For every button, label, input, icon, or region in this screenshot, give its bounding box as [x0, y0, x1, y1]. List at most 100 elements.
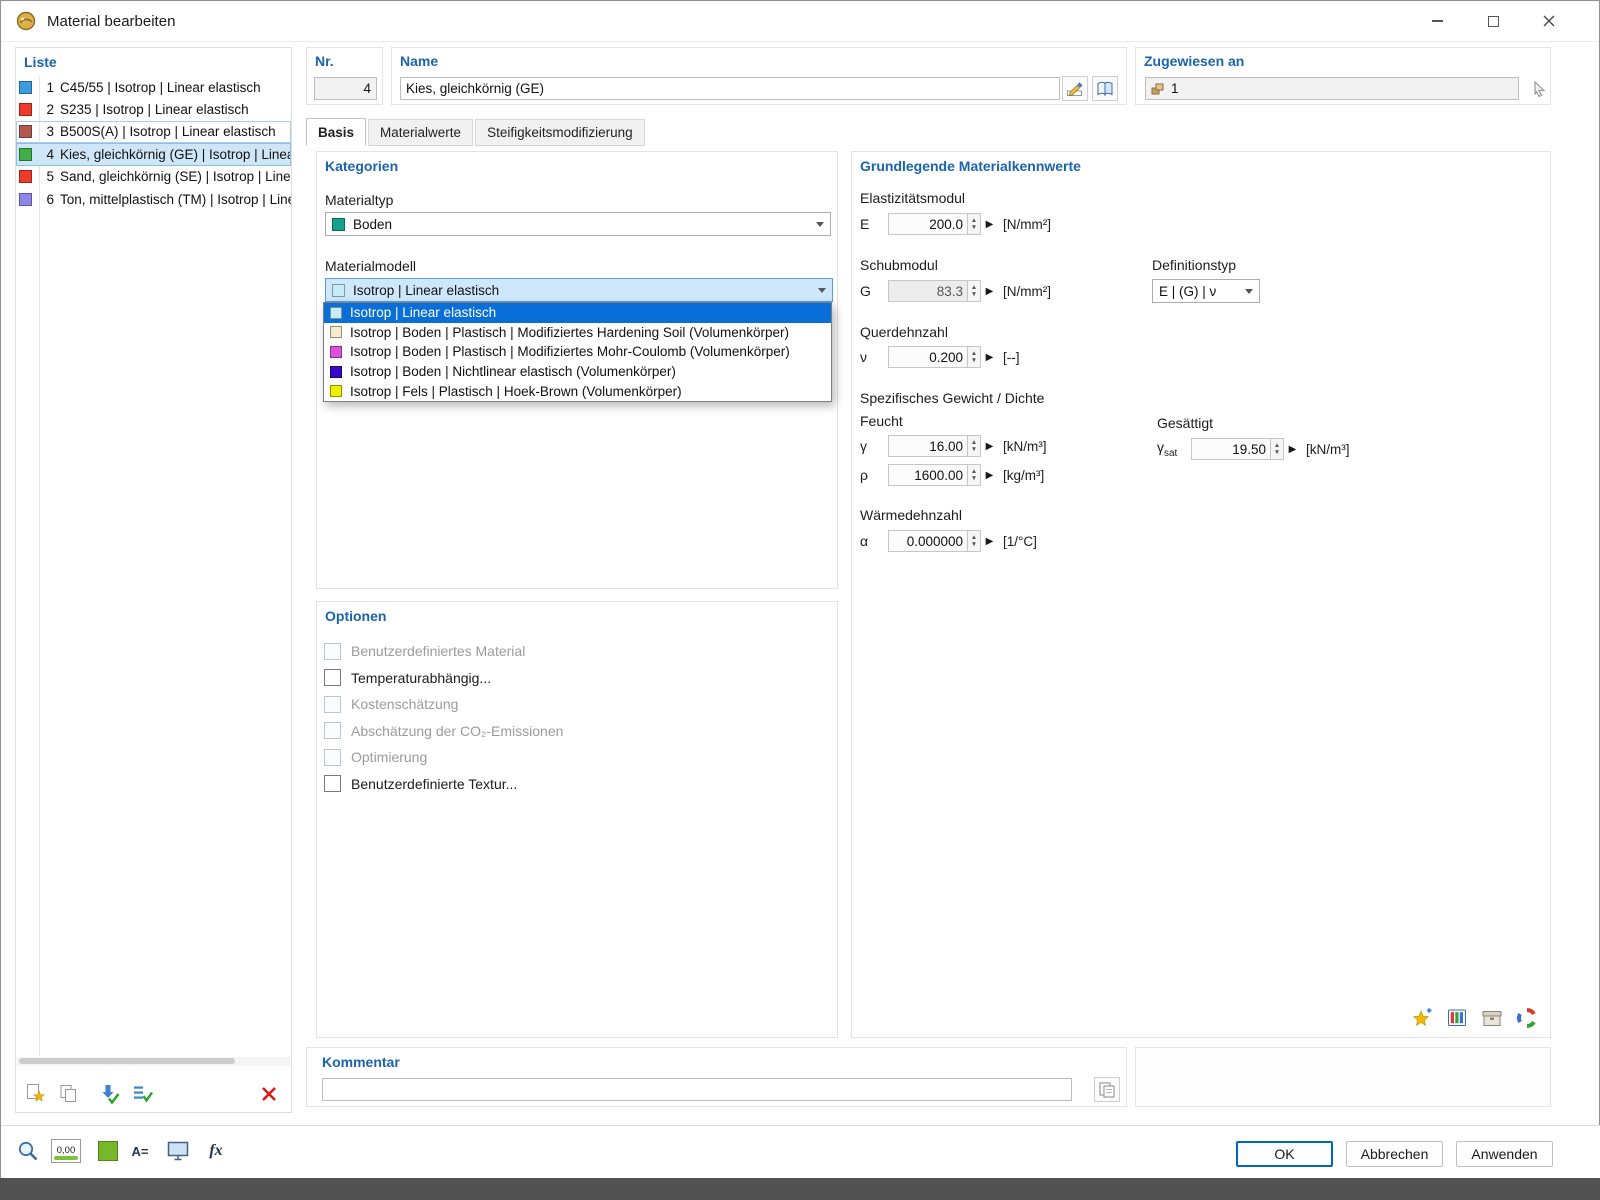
- dropdown-option[interactable]: Isotrop | Linear elastisch: [324, 303, 831, 323]
- dropdown-option[interactable]: Isotrop | Boden | Nichtlinear elastisch …: [324, 362, 831, 382]
- material-color-swatch: [19, 103, 32, 117]
- spin-down-icon: ▼: [970, 357, 978, 364]
- list-item[interactable]: 3 B500S(A) | Isotrop | Linear elastisch: [16, 120, 291, 144]
- dropdown-option[interactable]: Isotrop | Boden | Plastisch | Modifizier…: [324, 323, 831, 343]
- e-spinner[interactable]: ▲ ▼: [968, 213, 981, 235]
- gamma-detail-button[interactable]: ▶: [981, 435, 998, 457]
- close-button[interactable]: [1521, 1, 1577, 41]
- decimal-places-button[interactable]: 0,00: [51, 1136, 81, 1166]
- alpha-input[interactable]: 0.000000: [888, 530, 968, 552]
- checkbox[interactable]: [324, 722, 341, 740]
- archive-box-button[interactable]: [1479, 1005, 1505, 1031]
- tab-basis[interactable]: Basis: [306, 118, 367, 146]
- dropdown-option-label: Isotrop | Boden | Plastisch | Modifizier…: [350, 344, 790, 360]
- list-item[interactable]: 2 S235 | Isotrop | Linear elastisch: [16, 98, 291, 120]
- chevron-down-icon: [1245, 288, 1253, 294]
- maximize-button[interactable]: [1465, 1, 1521, 41]
- checkbox[interactable]: [324, 695, 341, 713]
- g-spinner[interactable]: ▲ ▼: [968, 280, 981, 302]
- list-item[interactable]: 5 Sand, gleichkörnig (SE) | Isotrop | Lin…: [16, 166, 291, 188]
- edit-pencil-icon: [1067, 82, 1083, 96]
- rho-row: ρ 1600.00 ▲ ▼ ▶ [kg/m³]: [860, 464, 1044, 486]
- scrollbar-thumb[interactable]: [19, 1058, 235, 1064]
- delete-material-button[interactable]: [255, 1081, 282, 1108]
- option-row[interactable]: Abschätzung der CO₂-Emissionen: [324, 718, 829, 745]
- rho-detail-button[interactable]: ▶: [981, 464, 998, 486]
- option-row[interactable]: Temperaturabhängig...: [324, 665, 829, 692]
- nu-detail-button[interactable]: ▶: [981, 346, 998, 368]
- e-detail-button[interactable]: ▶: [981, 213, 998, 235]
- book-icon: [1097, 81, 1113, 96]
- minimize-button[interactable]: [1409, 1, 1465, 41]
- materialtyp-combo[interactable]: Boden: [325, 212, 831, 236]
- material-label: Sand, gleichkörnig (SE) | Isotrop | Line…: [60, 169, 291, 185]
- color-swatch-button[interactable]: [93, 1136, 123, 1166]
- checkbox[interactable]: [324, 642, 341, 660]
- list-item[interactable]: 1 C45/55 | Isotrop | Linear elastisch: [16, 76, 291, 98]
- favorite-material-button[interactable]: [1409, 1005, 1435, 1031]
- option-row[interactable]: Kostenschätzung: [324, 691, 829, 718]
- comment-input[interactable]: [322, 1078, 1072, 1101]
- pick-assigned-button[interactable]: [1526, 76, 1552, 101]
- tab-steifigkeitsmodifizierung[interactable]: Steifigkeitsmodifizierung: [475, 119, 645, 146]
- name-input[interactable]: Kies, gleichkörnig (GE): [400, 77, 1060, 100]
- option-label: Abschätzung der CO₂-Emissionen: [351, 722, 564, 739]
- apply-selection-button[interactable]: [129, 1081, 156, 1108]
- materialmodell-combo[interactable]: Isotrop | Linear elastisch: [325, 278, 833, 302]
- font-style-button[interactable]: A=: [125, 1136, 155, 1166]
- checkbox[interactable]: [324, 748, 341, 766]
- g-unit: [N/mm²]: [1003, 283, 1051, 299]
- new-material-button[interactable]: [22, 1081, 49, 1108]
- tab-materialwerte[interactable]: Materialwerte: [368, 119, 474, 146]
- gammasat-detail-button[interactable]: ▶: [1284, 438, 1301, 460]
- dropdown-option[interactable]: Isotrop | Fels | Plastisch | Hoek-Brown …: [324, 381, 831, 401]
- definitionstyp-combo[interactable]: E | (G) | ν: [1152, 279, 1260, 303]
- name-label: Name: [400, 53, 439, 69]
- list-item[interactable]: 4 Kies, gleichkörnig (GE) | Isotrop | Lin…: [16, 143, 291, 166]
- option-row[interactable]: Optimierung: [324, 744, 829, 771]
- cancel-button[interactable]: Abbrechen: [1346, 1141, 1443, 1167]
- library-book-button[interactable]: [1444, 1005, 1470, 1031]
- nu-spinner[interactable]: ▲ ▼: [968, 346, 981, 368]
- material-label: B500S(A) | Isotrop | Linear elastisch: [60, 124, 276, 140]
- update-colors-button[interactable]: [1514, 1005, 1540, 1031]
- display-settings-button[interactable]: [163, 1136, 193, 1166]
- option-row[interactable]: Benutzerdefinierte Textur...: [324, 771, 829, 798]
- pick-object-button[interactable]: [13, 1136, 43, 1166]
- alpha-spinner[interactable]: ▲ ▼: [968, 530, 981, 552]
- option-row[interactable]: Benutzerdefiniertes Material: [324, 638, 829, 665]
- formula-button[interactable]: fx: [201, 1136, 231, 1166]
- list-horizontal-scrollbar[interactable]: [17, 1057, 290, 1066]
- e-input[interactable]: 200.0: [888, 213, 968, 235]
- rho-spinner[interactable]: ▲ ▼: [968, 464, 981, 486]
- spin-up-icon: ▲: [970, 468, 978, 475]
- g-detail-button[interactable]: ▶: [981, 280, 998, 302]
- nr-field[interactable]: 4: [314, 77, 377, 100]
- g-input[interactable]: 83.3: [888, 280, 968, 302]
- nu-input[interactable]: 0.200: [888, 346, 968, 368]
- list-item[interactable]: 6 Ton, mittelplastisch (TM) | Isotrop | L…: [16, 188, 291, 210]
- ok-button[interactable]: OK: [1236, 1141, 1333, 1167]
- import-selection-button[interactable]: [96, 1081, 123, 1108]
- rho-input[interactable]: 1600.00: [888, 464, 968, 486]
- checkbox[interactable]: [324, 775, 341, 793]
- waermedehnzahl-label: Wärmedehnzahl: [860, 507, 962, 523]
- material-library-button[interactable]: [1092, 76, 1118, 101]
- assigned-field[interactable]: 1: [1145, 77, 1519, 100]
- checkbox[interactable]: [324, 669, 341, 687]
- gammasat-input[interactable]: 19.50: [1191, 438, 1271, 460]
- assigned-label: Zugewiesen an: [1144, 53, 1245, 69]
- dropdown-option[interactable]: Isotrop | Boden | Plastisch | Modifizier…: [324, 342, 831, 362]
- title-bar: Material bearbeiten: [1, 1, 1599, 42]
- gamma-spinner[interactable]: ▲ ▼: [968, 435, 981, 457]
- copy-material-button[interactable]: [55, 1081, 82, 1108]
- apply-button[interactable]: Anwenden: [1456, 1141, 1553, 1167]
- comment-options-button[interactable]: [1094, 1077, 1120, 1102]
- gamma-input[interactable]: 16.00: [888, 435, 968, 457]
- gammasat-spinner[interactable]: ▲ ▼: [1271, 438, 1284, 460]
- edit-name-button[interactable]: [1062, 76, 1088, 101]
- model-color-swatch: [330, 345, 342, 358]
- option-label: Kostenschätzung: [351, 696, 459, 713]
- alpha-detail-button[interactable]: ▶: [981, 530, 998, 552]
- status-bar: 0,00 A= fx OK Abbrechen Anwenden: [1, 1125, 1600, 1179]
